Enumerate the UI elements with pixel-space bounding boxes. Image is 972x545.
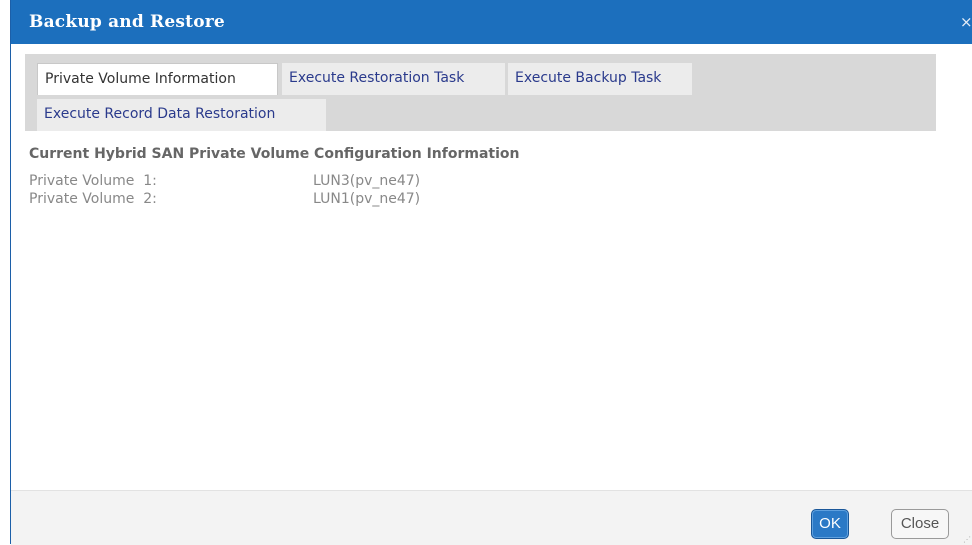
backup-restore-dialog: Backup and Restore × Private Volume Info…: [10, 0, 972, 545]
resize-grip-icon[interactable]: ⋰: [963, 536, 971, 544]
tab-private-volume-information[interactable]: Private Volume Information: [37, 63, 278, 95]
close-button[interactable]: Close: [891, 509, 949, 539]
dialog-footer: OK Close ⋰: [11, 490, 972, 545]
ok-button[interactable]: OK: [811, 509, 849, 539]
volume-row: Private Volume 2: LUN1(pv_ne47): [29, 191, 929, 209]
tab-label: Execute Restoration Task: [289, 70, 465, 86]
tab-content: Current Hybrid SAN Private Volume Config…: [29, 146, 929, 209]
close-icon[interactable]: ×: [960, 14, 972, 30]
volume-value: LUN3(pv_ne47): [313, 173, 421, 189]
tab-label: Execute Record Data Restoration: [44, 106, 276, 122]
tab-execute-record-data-restoration[interactable]: Execute Record Data Restoration: [37, 99, 326, 131]
tab-label: Execute Backup Task: [515, 70, 662, 86]
tab-label: Private Volume Information: [45, 71, 236, 87]
dialog-title: Backup and Restore: [29, 12, 225, 32]
dialog-titlebar[interactable]: Backup and Restore ×: [11, 0, 972, 44]
tab-execute-restoration-task[interactable]: Execute Restoration Task: [282, 63, 505, 95]
section-title: Current Hybrid SAN Private Volume Config…: [29, 146, 520, 162]
tab-strip: Private Volume Information Execute Resto…: [25, 54, 936, 131]
volume-value: LUN1(pv_ne47): [313, 191, 421, 207]
tab-execute-backup-task[interactable]: Execute Backup Task: [508, 63, 692, 95]
volume-label: Private Volume 1:: [29, 173, 157, 189]
volume-label: Private Volume 2:: [29, 191, 157, 207]
volume-row: Private Volume 1: LUN3(pv_ne47): [29, 173, 929, 191]
